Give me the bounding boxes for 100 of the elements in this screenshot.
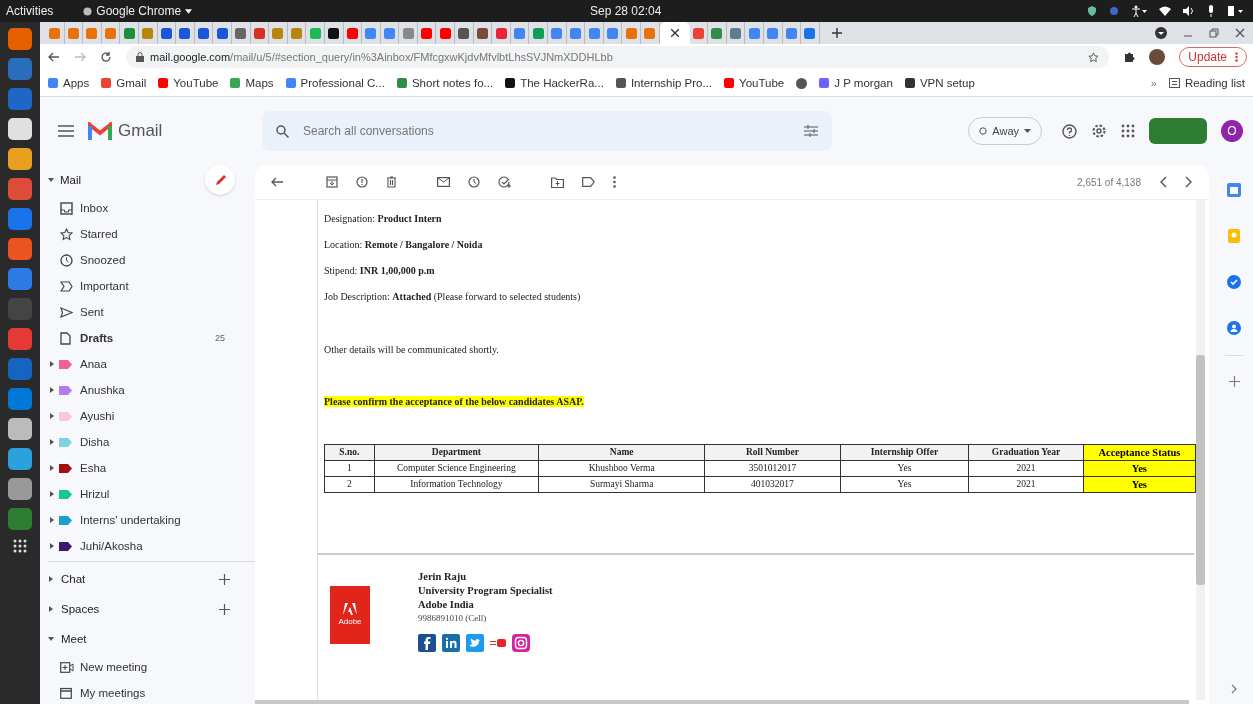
activities-button[interactable]: Activities [6, 4, 54, 18]
microphone-icon[interactable] [1207, 5, 1215, 17]
back-icon[interactable] [48, 51, 60, 63]
puzzle-icon[interactable] [1123, 51, 1136, 63]
sidebar-item[interactable]: Juhi/Akosha [48, 533, 255, 559]
add-icon[interactable] [219, 603, 230, 615]
reload-icon[interactable] [100, 51, 112, 63]
sidebar-item[interactable]: My meetings [48, 680, 255, 704]
add-icon[interactable] [219, 573, 230, 585]
expand-caret-icon[interactable] [50, 361, 54, 367]
section-heading[interactable]: Meet [61, 633, 87, 645]
app-launcher-icon[interactable] [8, 148, 32, 170]
expand-caret-icon[interactable] [50, 387, 54, 393]
reading-list-button[interactable]: Reading list [1168, 77, 1245, 89]
delete-icon[interactable] [386, 176, 397, 188]
expand-caret-icon[interactable] [50, 465, 54, 471]
expand-panel-icon[interactable] [1231, 684, 1237, 694]
sidebar-item[interactable]: Disha [48, 429, 255, 455]
section-heading[interactable]: Spaces [61, 603, 100, 615]
address-field[interactable]: mail.google.com/mail/u/5/#section_query/in%3Ainbox/FMfcgxwKjdvMfvlbtLhsSVJNmXDDHLbb [126, 46, 1110, 68]
account-logo[interactable] [1149, 118, 1207, 144]
expand-caret-icon[interactable] [50, 491, 54, 497]
search-bar[interactable]: Search all conversations [262, 111, 832, 151]
sidebar-item[interactable]: Anaa [48, 351, 255, 377]
sidebar-item[interactable]: Interns' undertaking [48, 507, 255, 533]
browser-tab[interactable] [659, 22, 690, 44]
archive-icon[interactable] [326, 176, 338, 188]
sidebar-item[interactable]: Ayushi [48, 403, 255, 429]
bookmark-link[interactable]: YouTube [724, 77, 785, 89]
bookmark-link[interactable]: J P morgan [819, 77, 893, 89]
report-spam-icon[interactable] [356, 176, 368, 188]
wifi-icon[interactable] [1159, 6, 1171, 16]
menu-icon[interactable] [58, 125, 74, 137]
battery-icon[interactable] [1227, 5, 1243, 17]
sidebar-item[interactable]: Starred [48, 221, 255, 247]
section-heading[interactable]: Chat [61, 573, 86, 585]
gmail-logo[interactable]: Gmail [88, 121, 248, 141]
new-tab-icon[interactable] [831, 28, 842, 38]
bookmark-link[interactable]: The HackerRa... [505, 77, 604, 89]
bookmark-link[interactable]: YouTube [158, 77, 219, 89]
expand-caret-icon[interactable] [48, 606, 54, 612]
expand-caret-icon[interactable] [50, 413, 54, 419]
previous-icon[interactable] [1159, 176, 1167, 188]
task-check-icon[interactable] [1227, 275, 1241, 289]
scrollbar[interactable] [1196, 200, 1205, 700]
globe-icon[interactable] [796, 77, 808, 89]
more-icon[interactable] [613, 176, 616, 188]
search-field[interactable]: Search all conversations [301, 123, 792, 139]
expand-caret-icon[interactable] [50, 439, 54, 445]
app-launcher-icon[interactable] [8, 448, 32, 470]
collapse-caret-icon[interactable] [48, 636, 54, 642]
update-button[interactable]: Update [1179, 47, 1247, 67]
bookmark-link[interactable]: Internship Pro... [615, 77, 713, 89]
app-launcher-icon[interactable] [8, 418, 32, 440]
sidebar-item[interactable]: Inbox [48, 195, 255, 221]
video-logo-icon[interactable] [490, 639, 506, 647]
avatar[interactable]: O [1221, 120, 1243, 142]
volume-icon[interactable] [1183, 6, 1195, 16]
instagram-icon[interactable] [512, 634, 530, 652]
clock[interactable]: Sep 28 02:04 [590, 4, 662, 18]
horizontal-scrollbar[interactable] [255, 700, 1189, 704]
clock-icon[interactable] [468, 176, 480, 188]
sidebar-item[interactable]: Important [48, 273, 255, 299]
tab-search-icon[interactable] [1155, 27, 1167, 39]
bookmark-link[interactable]: VPN setup [904, 77, 975, 89]
sidebar-item[interactable]: Drafts 25 [48, 325, 255, 351]
bookmark-star-icon[interactable] [1088, 51, 1100, 63]
add-icon[interactable] [1228, 376, 1240, 387]
filter-options-icon[interactable] [804, 125, 818, 137]
calendar-icon[interactable] [1227, 183, 1241, 197]
accessibility-icon[interactable] [1131, 5, 1147, 17]
move-to-folder-icon[interactable] [551, 176, 564, 188]
restore-icon[interactable] [1209, 28, 1219, 38]
mail-icon[interactable] [437, 177, 450, 187]
extension-icon[interactable] [1109, 6, 1119, 16]
bookmark-link[interactable]: Professional C... [285, 77, 385, 89]
bookmark-link[interactable]: Apps [48, 77, 90, 89]
sidebar-item[interactable]: Sent [48, 299, 255, 325]
settings-icon[interactable] [1091, 123, 1107, 139]
apps-grid-icon[interactable] [1121, 124, 1135, 138]
linkedin-icon[interactable] [442, 634, 460, 652]
close-icon[interactable] [1235, 28, 1245, 38]
shield-icon[interactable] [1087, 6, 1097, 16]
sidebar-item[interactable]: Esha [48, 455, 255, 481]
next-icon[interactable] [1185, 176, 1193, 188]
bookmark-link[interactable]: Maps [230, 77, 274, 89]
scrollbar-thumb[interactable] [1196, 355, 1205, 585]
sidebar-item[interactable]: Hrizul [48, 481, 255, 507]
sidebar-item[interactable]: New meeting [48, 654, 255, 680]
section-heading[interactable]: Mail [60, 174, 82, 186]
label-icon[interactable] [582, 177, 595, 187]
back-arrow-icon[interactable] [271, 176, 284, 188]
sidebar-item[interactable]: Anushka [48, 377, 255, 403]
contacts-icon[interactable] [1227, 321, 1241, 335]
facebook-icon[interactable] [418, 634, 436, 652]
profile-avatar[interactable] [1149, 49, 1166, 65]
expand-caret-icon[interactable] [50, 517, 54, 523]
app-launcher-icon[interactable] [8, 118, 32, 140]
help-icon[interactable] [1062, 123, 1077, 139]
more-bookmarks-button[interactable]: » [1150, 77, 1157, 89]
